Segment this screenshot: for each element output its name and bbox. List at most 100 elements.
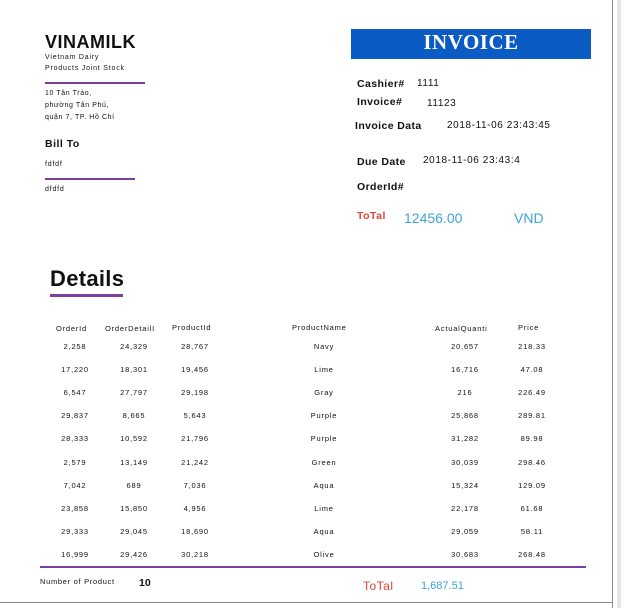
cell-price: 289.81 xyxy=(518,411,546,421)
cell-productname: Aqua xyxy=(313,480,335,490)
invoice-number-value: 11123 xyxy=(427,98,457,109)
cell-orderid: 29,333 xyxy=(61,526,89,536)
cell-price: 47.08 xyxy=(520,365,544,375)
cell-orderid: 17,220 xyxy=(61,365,89,375)
cell-price: 268.48 xyxy=(518,549,546,559)
cell-actualquantity: 30,683 xyxy=(451,549,479,559)
col-header-orderid: OrderId xyxy=(56,324,88,333)
cell-orderid: 28,333 xyxy=(61,434,89,444)
company-subtitle-1: Vietnam Dairy xyxy=(45,54,100,61)
frame-border-shadow xyxy=(617,0,621,608)
frame-border-right xyxy=(612,0,613,608)
cell-productid: 5,643 xyxy=(183,411,207,421)
company-name: VINAMILK xyxy=(45,32,136,52)
cell-productid: 29,198 xyxy=(181,388,209,398)
cell-productid: 21,796 xyxy=(181,434,209,444)
cell-productname: Lime xyxy=(314,503,334,513)
cell-productname: Lime xyxy=(314,365,334,375)
col-header-price: Price xyxy=(518,323,540,332)
cell-productid: 4,956 xyxy=(183,503,207,513)
cell-productid: 21,242 xyxy=(181,457,209,467)
cell-productid: 19,456 xyxy=(181,365,209,375)
cell-productname: Navy xyxy=(313,342,335,351)
cell-productname: Purple xyxy=(310,434,338,444)
footer-total-value: 1,687.51 xyxy=(421,580,464,592)
bill-to-divider xyxy=(45,178,135,180)
cell-orderdetailid: 18,301 xyxy=(120,365,148,375)
cell-orderid: 23,858 xyxy=(61,503,89,513)
cell-orderid: 29,837 xyxy=(61,411,89,421)
cell-productid: 30,218 xyxy=(181,549,209,559)
details-heading: Details xyxy=(50,266,125,291)
footer-total-label: ToTal xyxy=(363,579,394,593)
cell-price: 58.11 xyxy=(520,526,544,536)
invoice-title: INVOICE xyxy=(423,30,519,54)
cell-actualquantity: 16,716 xyxy=(451,365,479,375)
cell-orderdetailid: 27,797 xyxy=(120,388,148,398)
cell-orderid: 6,547 xyxy=(63,388,87,398)
product-count-label: Number of Product xyxy=(40,577,115,586)
col-header-productid: ProductId xyxy=(172,323,212,332)
details-underline xyxy=(50,294,123,297)
bill-to-label: Bill To xyxy=(45,138,80,150)
cell-price: 61.68 xyxy=(520,503,544,513)
cell-actualquantity: 20,657 xyxy=(451,342,479,351)
invoice-total-label: ToTal xyxy=(357,210,386,222)
cell-orderdetailid: 689 xyxy=(126,480,142,490)
cell-orderid: 2,579 xyxy=(63,457,87,467)
cell-price: 298.46 xyxy=(518,457,546,467)
cell-productid: 18,690 xyxy=(181,526,209,536)
cell-orderdetailid: 24,329 xyxy=(120,342,148,351)
cell-actualquantity: 216 xyxy=(457,388,473,398)
cell-price: 89.98 xyxy=(520,434,544,444)
col-header-orderdetailid: OrderDetailI xyxy=(105,324,156,333)
cell-actualquantity: 25,868 xyxy=(451,411,479,421)
invoice-data-value: 2018-11-06 23:43:45 xyxy=(447,120,551,131)
cell-orderid: 7,042 xyxy=(63,480,87,490)
cell-productname: Gray xyxy=(314,388,334,398)
cell-orderdetailid: 13,149 xyxy=(120,457,148,467)
cell-orderdetailid: 29,426 xyxy=(120,549,148,559)
cell-orderdetailid: 8,665 xyxy=(122,411,146,421)
company-subtitle-2: Products Joint Stock xyxy=(45,65,125,72)
cell-productname: Olive xyxy=(313,549,335,559)
cell-actualquantity: 31,282 xyxy=(451,434,479,444)
cashier-value: 1111 xyxy=(417,78,440,89)
due-date-value: 2018-11-06 23:43:4 xyxy=(423,155,521,166)
table-bottom-divider xyxy=(40,566,586,568)
cell-actualquantity: 15,324 xyxy=(451,480,479,490)
cell-price: 218.33 xyxy=(518,342,546,351)
invoice-number-label: Invoice# xyxy=(357,96,403,108)
cell-actualquantity: 29,059 xyxy=(451,526,479,536)
cell-price: 129.09 xyxy=(518,480,546,490)
col-header-productname: ProductName xyxy=(292,323,347,332)
cell-orderid: 16,999 xyxy=(61,549,89,559)
bill-to-line-1: fdfdf xyxy=(45,161,63,168)
cell-price: 226.49 xyxy=(518,388,546,398)
cell-actualquantity: 30,039 xyxy=(451,457,479,467)
cell-productid: 28,767 xyxy=(181,342,209,351)
invoice-currency: VND xyxy=(514,210,544,226)
cell-orderid: 2,258 xyxy=(63,342,87,351)
cell-productname: Purple xyxy=(310,411,338,421)
col-header-actualquantity: ActualQuanti xyxy=(435,324,488,333)
cell-productid: 7,036 xyxy=(183,480,207,490)
cell-actualquantity: 22,178 xyxy=(451,503,479,513)
company-address-line-3: quận 7, TP. Hồ Chí xyxy=(45,114,115,121)
company-divider xyxy=(45,82,145,84)
bill-to-line-2: dfdfd xyxy=(45,186,65,193)
order-id-label: OrderId# xyxy=(357,181,404,193)
invoice-total-value: 12456.00 xyxy=(404,210,463,226)
cell-orderdetailid: 10,592 xyxy=(120,434,148,444)
cell-orderdetailid: 29,045 xyxy=(120,526,148,536)
invoice-data-label: Invoice Data xyxy=(355,120,422,132)
company-address-line-2: phường Tân Phú, xyxy=(45,102,110,109)
cell-productname: Aqua xyxy=(313,526,335,536)
company-address-line-1: 10 Tân Trào, xyxy=(45,90,92,97)
due-date-label: Due Date xyxy=(357,156,406,168)
frame-border-bottom xyxy=(0,602,613,603)
cell-orderdetailid: 15,850 xyxy=(120,503,148,513)
product-count-value: 10 xyxy=(139,577,151,589)
cell-productname: Green xyxy=(311,457,337,467)
cashier-label: Cashier# xyxy=(357,78,405,90)
